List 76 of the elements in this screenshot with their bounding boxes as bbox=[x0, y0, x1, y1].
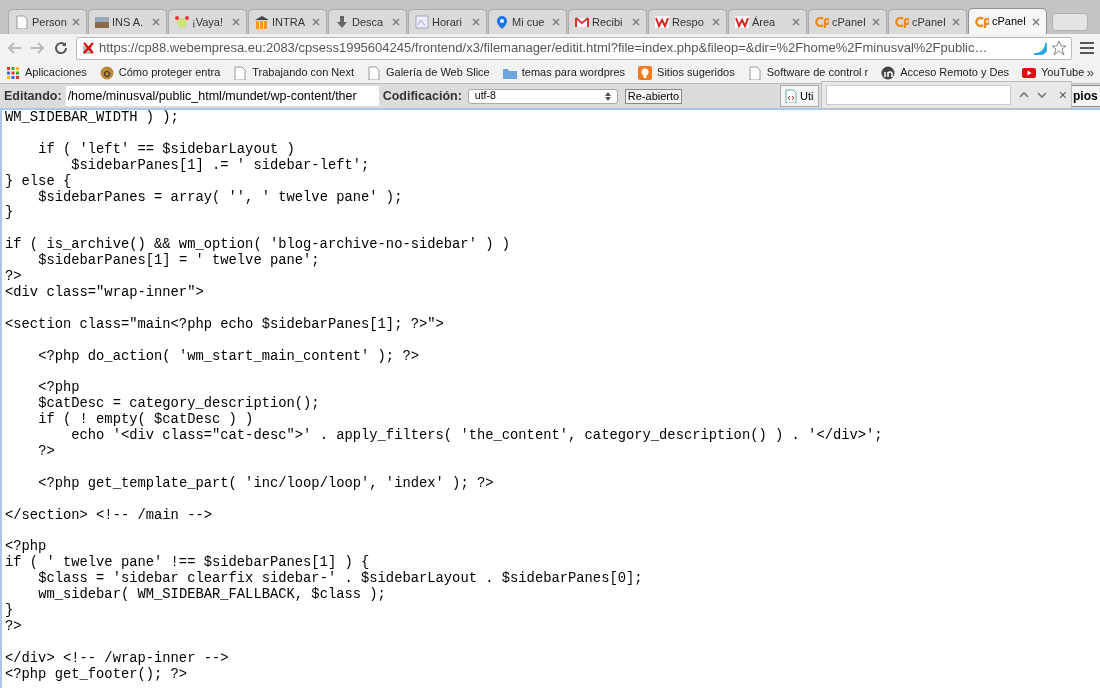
apps-grid-icon bbox=[6, 65, 20, 80]
reopen-button[interactable]: Re-abierto bbox=[624, 88, 683, 104]
browser-tab[interactable]: cPanel bbox=[968, 8, 1047, 34]
browser-tab[interactable]: Mi cue bbox=[488, 9, 567, 34]
browser-tab[interactable]: Horari bbox=[408, 9, 487, 34]
photo-icon bbox=[95, 15, 109, 29]
close-icon bbox=[232, 18, 240, 26]
back-icon bbox=[6, 41, 22, 55]
bookmark-item[interactable]: Cómo proteger entra bbox=[99, 64, 221, 81]
reload-icon bbox=[54, 41, 68, 55]
utility-button[interactable]: Uti bbox=[780, 85, 819, 107]
browser-tab[interactable]: INTRA bbox=[248, 9, 327, 34]
bookmark-item[interactable]: Sitios sugeridos bbox=[638, 64, 735, 81]
logo-icon bbox=[881, 65, 896, 80]
close-icon bbox=[392, 18, 400, 26]
browser-tab[interactable]: Person bbox=[8, 9, 87, 34]
lightbulb-icon bbox=[638, 65, 653, 80]
browser-tab[interactable]: cPanel bbox=[888, 9, 967, 34]
bookmark-item[interactable]: Aplicaciones bbox=[6, 64, 87, 81]
bookmark-item[interactable]: Trabajando con Next bbox=[233, 64, 354, 81]
pin-icon bbox=[495, 15, 509, 29]
forward-icon bbox=[30, 41, 46, 55]
bookmark-item[interactable]: Software de control r bbox=[747, 64, 869, 81]
close-icon bbox=[952, 18, 960, 26]
browser-tab[interactable]: ¡Vaya! bbox=[168, 9, 247, 34]
close-icon bbox=[792, 18, 800, 26]
bookmark-item[interactable]: temas para wordpres bbox=[502, 64, 626, 81]
browser-tab[interactable]: cPanel bbox=[808, 9, 887, 34]
play-icon bbox=[1022, 65, 1037, 80]
logo-icon bbox=[895, 15, 909, 29]
page-icon bbox=[367, 65, 381, 80]
logo-icon bbox=[815, 15, 829, 29]
bookmark-item[interactable]: YouTube bbox=[1022, 64, 1085, 81]
logo-icon bbox=[735, 15, 749, 29]
close-icon bbox=[552, 18, 560, 26]
logo-icon bbox=[655, 15, 669, 29]
updown-caret-icon bbox=[604, 91, 611, 101]
close-icon bbox=[152, 18, 160, 26]
path-field[interactable]: /home/minusval/public_html/mundet/wp-content/ther bbox=[65, 86, 379, 106]
close-icon bbox=[472, 18, 480, 26]
browser-tab[interactable]: Recibi bbox=[568, 9, 647, 34]
address-bar[interactable]: https://cp88.webempresa.eu:2083/cpsess1995604245/frontend/x3/filemanager/editit.html?file=index.php&fileop=&dir=%2Fhome%2Fminusval%2Fpublic… bbox=[76, 36, 1072, 60]
close-icon bbox=[72, 18, 80, 26]
browser-tab[interactable]: Respo bbox=[648, 9, 727, 34]
close-icon bbox=[872, 18, 880, 26]
coin-icon bbox=[99, 65, 114, 80]
browser-tab[interactable]: INS A. bbox=[88, 9, 167, 34]
document-icon bbox=[415, 15, 429, 29]
download-icon bbox=[335, 15, 349, 29]
encoding-dropdown[interactable]: utf-8 bbox=[467, 88, 618, 104]
close-button[interactable]: × bbox=[1058, 84, 1067, 106]
page-icon bbox=[15, 15, 29, 29]
code-file-icon bbox=[784, 89, 798, 103]
close-icon bbox=[312, 18, 320, 26]
page-icon bbox=[747, 65, 762, 80]
close-icon bbox=[1032, 17, 1040, 26]
path-label: Editando: bbox=[4, 87, 62, 105]
logo-icon bbox=[975, 14, 989, 29]
mail-icon bbox=[575, 15, 589, 29]
page-icon bbox=[233, 65, 248, 80]
star-icon bbox=[1051, 40, 1067, 56]
menu-icon bbox=[1080, 42, 1094, 54]
code-text: WM_SIDEBAR_WIDTH ) ); if ( 'left' == $sidebarLayout ) $sidebarPanes[1] .= ' sidebar-left'; } else { $sidebarPanes = array( '', ' twelve pane' ); } if ( is_archive() && wm_option( 'blog-archive-no-sidebar' ) ) $sidebarPanes[1] = ' twelve pane'; ?> <div class="wrap-inner"> <section class="main<?php echo $sidebarPanes[1]; ?>"> <?php do_action( 'wm_start_main_content' ); ?> <?php $catDesc = category_description(); if ( ! empty( $catDesc ) ) echo '<div class="cat-desc">' . apply_filters( 'the_content', category_description() ) . '</div>'; ?> <?php get_template_part( 'inc/loop/loop', 'index' ); ?> </section> <!-- /main --> <?php if ( ' twelve pane' !== $sidebarPanes[1] ) { $class = 'sidebar clearfix sidebar-' . $sidebarLayout . $sidebarPanes[0]; wm_sidebar( WM_SIDEBAR_FALLBACK, $class ); } ?> </div> <!-- /wrap-inner --> <?php get_footer(); ?> bbox=[4, 110, 883, 683]
broken-lock-icon bbox=[81, 41, 95, 55]
close-icon bbox=[712, 18, 720, 26]
bookmark-item[interactable]: Acceso Remoto y Des bbox=[881, 64, 1010, 81]
browser-tab[interactable]: Área bbox=[728, 9, 807, 34]
close-icon bbox=[632, 18, 640, 26]
new-tab-button[interactable] bbox=[1052, 13, 1088, 31]
hat-icon bbox=[255, 15, 269, 29]
more-bookmarks-button[interactable]: » bbox=[1086, 62, 1094, 83]
url-text: https://cp88.webempresa.eu:2083/cpsess1995604245/frontend/x3/filemanager/editit.html?file=index.php&fileop=&dir=%2Fhome%2Fminusval%2Fpublic… bbox=[99, 39, 989, 58]
bookmark-item[interactable]: Galería de Web Slice bbox=[367, 64, 490, 81]
browser-tab[interactable]: Desca bbox=[328, 9, 407, 34]
find-field[interactable] bbox=[826, 85, 1011, 105]
encoding-label: Codificación: bbox=[382, 87, 462, 105]
